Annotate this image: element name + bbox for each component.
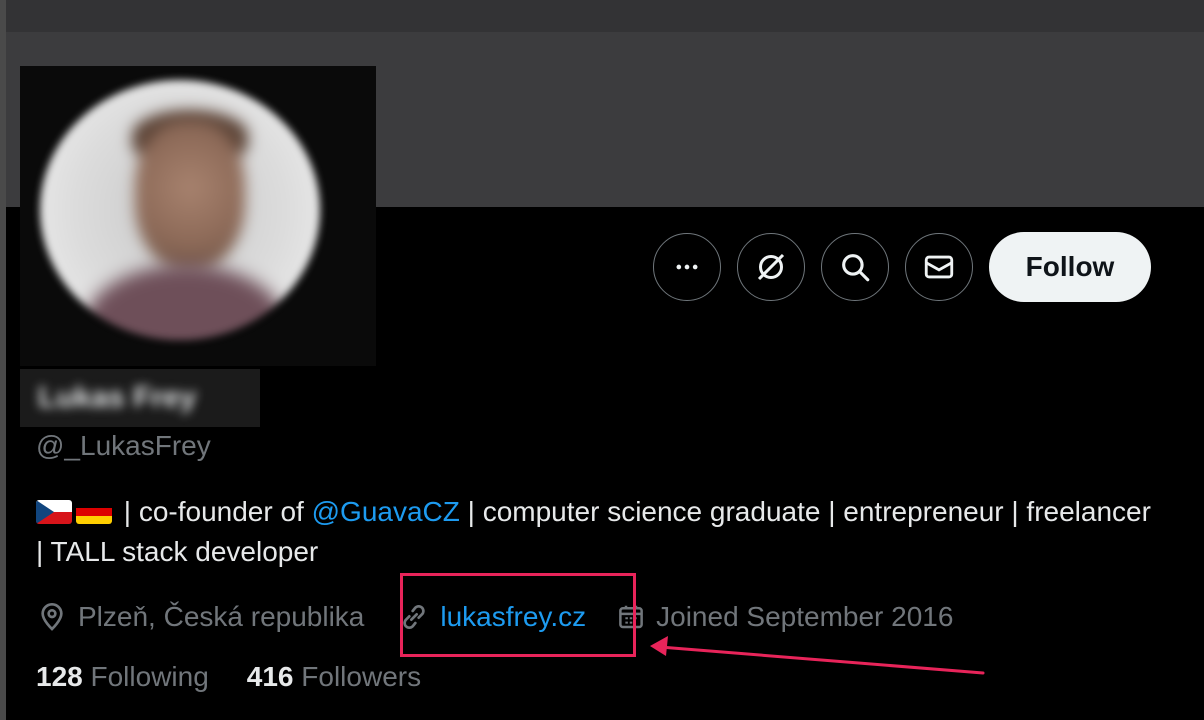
join-date-text: Joined September 2016 xyxy=(656,601,954,632)
mail-icon xyxy=(924,255,954,279)
grok-button[interactable] xyxy=(737,233,805,301)
location-text: Plzeň, Česká republika xyxy=(78,601,365,632)
profile-actions: Follow xyxy=(653,232,1151,302)
follow-stats: 128 Following 416 Followers xyxy=(36,661,421,693)
profile-bio: | co-founder of @GuavaCZ | computer scie… xyxy=(36,492,1156,572)
grok-icon xyxy=(757,253,785,281)
message-button[interactable] xyxy=(905,233,973,301)
de-flag-icon xyxy=(76,500,112,524)
banner-top-strip xyxy=(6,0,1204,32)
location-pin-icon xyxy=(41,603,63,631)
bio-mention-link[interactable]: @GuavaCZ xyxy=(312,496,460,527)
display-name-text: Lukas Frey xyxy=(38,381,197,414)
avatar-container xyxy=(20,66,376,366)
more-button[interactable] xyxy=(653,233,721,301)
followers-count: 416 xyxy=(246,661,294,692)
more-horizontal-icon xyxy=(676,264,698,270)
following-count: 128 xyxy=(36,661,83,692)
followers-stat[interactable]: 416 Followers xyxy=(247,661,421,693)
search-profile-button[interactable] xyxy=(821,233,889,301)
following-label: Following xyxy=(90,661,209,692)
followers-label: Followers xyxy=(301,661,422,692)
following-stat[interactable]: 128 Following xyxy=(36,661,209,693)
display-name: Lukas Frey xyxy=(20,369,260,427)
website-highlight-box xyxy=(400,573,636,657)
profile-handle: @_LukasFrey xyxy=(36,430,211,461)
avatar[interactable] xyxy=(40,80,320,340)
cz-flag-icon xyxy=(36,500,72,524)
location: Plzeň, Česká republika xyxy=(36,601,364,633)
follow-button[interactable]: Follow xyxy=(989,232,1151,302)
join-date: Joined September 2016 xyxy=(616,601,953,633)
search-icon xyxy=(842,254,870,282)
bio-text-start: | co-founder of xyxy=(123,496,312,527)
